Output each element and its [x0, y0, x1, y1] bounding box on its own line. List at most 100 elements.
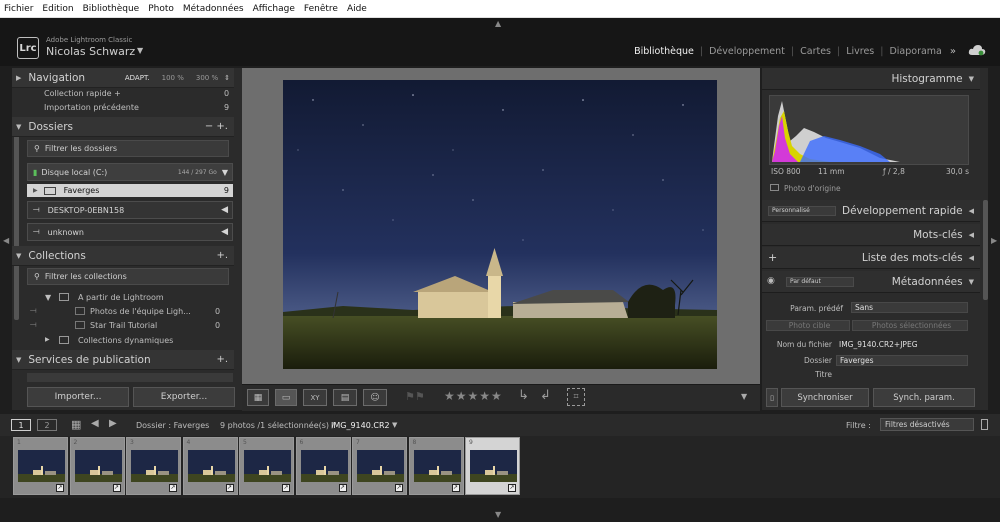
filmstrip-filename[interactable]: IMG_9140.CR2 — [331, 421, 390, 430]
menu-fichier[interactable]: Fichier — [4, 4, 33, 14]
grid-view-icon[interactable]: ▦ — [247, 389, 269, 406]
quick-develop-header[interactable]: Personnalisé Développement rapide ◀ — [762, 200, 980, 222]
crop-overlay-icon[interactable]: ⌗ — [567, 388, 585, 406]
filename-field[interactable]: IMG_9140.CR2+JPEG — [836, 339, 956, 350]
filmstrip-thumbnail[interactable]: 6 ↗ — [295, 437, 351, 495]
collection-star-trail[interactable]: Star Trail Tutorial — [90, 321, 157, 330]
menu-fenetre[interactable]: Fenêtre — [304, 4, 338, 14]
folder-faverges[interactable]: ▶ Faverges 9 — [27, 184, 233, 197]
metadata-header[interactable]: ◉ Par défaut Métadonnées ▼ — [762, 271, 980, 293]
folders-header[interactable]: ▼ Dossiers − +. — [12, 117, 234, 137]
triangle-right-icon[interactable]: ▶ — [45, 336, 50, 343]
collection-team-photos[interactable]: Photos de l'équipe Ligh... — [90, 307, 191, 316]
remote-volume-1[interactable]: ⟞ DESKTOP-0EBN158 ◀ — [27, 201, 233, 219]
sync-toggle-icon[interactable]: ▯ — [766, 388, 778, 407]
metadata-preset[interactable]: Par défaut — [786, 277, 854, 287]
people-view-icon[interactable]: ☺ — [363, 389, 387, 406]
import-button[interactable]: Importer... — [27, 387, 129, 407]
module-cartes[interactable]: Cartes — [800, 46, 831, 57]
right-panel-scrollbar[interactable] — [983, 200, 988, 300]
loupe-view-icon[interactable]: ▭ — [275, 389, 297, 406]
menu-metadonnees[interactable]: Métadonnées — [183, 4, 244, 14]
filmstrip-thumbnail[interactable]: 2 ↗ — [69, 437, 125, 495]
toolbar-menu-chevron-icon[interactable]: ▼ — [741, 392, 747, 401]
right-panel-toggle-icon[interactable]: ▶ — [991, 236, 997, 245]
rotate-right-icon[interactable]: ↲ — [540, 388, 551, 403]
folders-add-remove[interactable]: − +. — [205, 121, 228, 132]
menu-photo[interactable]: Photo — [148, 4, 174, 14]
original-photo-checkbox[interactable] — [770, 184, 779, 191]
menu-bibliotheque[interactable]: Bibliothèque — [83, 4, 140, 14]
tab-selected-photos[interactable]: Photos sélectionnées — [852, 320, 968, 331]
cloud-sync-icon[interactable] — [968, 44, 986, 56]
eye-icon[interactable]: ◉ — [767, 276, 775, 286]
menu-affichage[interactable]: Affichage — [253, 4, 295, 14]
menu-edition[interactable]: Edition — [42, 4, 73, 14]
chevron-down-icon[interactable]: ▼ — [392, 421, 397, 429]
main-photo[interactable] — [283, 80, 717, 369]
user-name[interactable]: Nicolas Schwarz — [46, 45, 135, 58]
histogram[interactable] — [769, 95, 969, 165]
zoom-100[interactable]: 100 % — [162, 74, 184, 82]
filmstrip-thumbnail[interactable]: 7 ↗ — [352, 437, 407, 495]
disk-local-c[interactable]: ▮ Disque local (C:) 144 / 297 Go ▼ — [27, 163, 233, 181]
rotate-left-icon[interactable]: ↳ — [518, 388, 529, 403]
catalog-previous-import[interactable]: Importation précédente — [44, 103, 139, 112]
filmstrip-source[interactable]: Dossier : Faverges — [136, 421, 209, 430]
main-window-button[interactable]: 1 — [11, 419, 31, 431]
left-panel-scrollbar[interactable] — [14, 120, 19, 320]
sync-params-button[interactable]: Synch. param. — [873, 388, 975, 407]
filmstrip-thumbnail[interactable]: 1 ↗ — [13, 437, 68, 495]
menu-aide[interactable]: Aide — [347, 4, 367, 14]
collection-smart[interactable]: Collections dynamiques — [78, 336, 173, 345]
back-arrow-icon[interactable]: ◀ — [91, 418, 99, 429]
add-keyword-icon[interactable]: + — [768, 251, 777, 264]
bottom-panel-toggle-icon[interactable]: ▼ — [495, 510, 501, 519]
publish-add[interactable]: +. — [216, 354, 228, 365]
compare-view-icon[interactable]: XY — [303, 389, 327, 406]
collection-set-lightroom[interactable]: A partir de Lightroom — [78, 293, 164, 302]
tab-target-photo[interactable]: Photo cible — [766, 320, 850, 331]
module-developpement[interactable]: Développement — [709, 46, 785, 57]
triangle-down-icon[interactable]: ▼ — [45, 293, 51, 302]
star-rating-icon[interactable]: ★★★★★ — [444, 389, 503, 403]
filmstrip-thumbnail[interactable]: 9 ↗ — [465, 437, 520, 495]
top-panel-toggle-icon[interactable]: ▲ — [495, 19, 501, 28]
filter-select[interactable]: Filtres désactivés — [880, 418, 974, 431]
collections-header[interactable]: ▼ Collections +. — [12, 246, 234, 266]
flag-icon[interactable]: ⚑⚑ — [405, 390, 425, 403]
keywording-header[interactable]: Mots-clés ◀ — [762, 224, 980, 246]
module-diaporama[interactable]: Diaporama — [889, 46, 941, 57]
publish-services-header[interactable]: ▼ Services de publication +. — [12, 350, 234, 370]
chevron-down-icon[interactable]: ▼ — [137, 46, 143, 55]
export-button[interactable]: Exporter... — [133, 387, 235, 407]
survey-view-icon[interactable]: ▤ — [333, 389, 357, 406]
filmstrip-thumbnail[interactable]: 3 ↗ — [126, 437, 181, 495]
filmstrip-thumbnail[interactable]: 5 ↗ — [239, 437, 294, 495]
secondary-window-button[interactable]: 2 — [37, 419, 57, 431]
folder-field[interactable]: Faverges — [836, 355, 968, 366]
zoom-fit[interactable]: ADAPT. — [125, 74, 150, 82]
collection-filter-input[interactable]: ⚲ Filtrer les collections — [27, 268, 229, 285]
remote-volume-2[interactable]: ⟞ unknown ◀ — [27, 223, 233, 241]
synchronize-button[interactable]: Synchroniser — [781, 388, 869, 407]
filmstrip-thumbnail[interactable]: 4 ↗ — [182, 437, 238, 495]
lock-icon[interactable] — [981, 419, 988, 430]
catalog-quick-collection[interactable]: Collection rapide + — [44, 89, 121, 98]
preset-select[interactable]: Sans — [851, 302, 968, 313]
folder-filter-input[interactable]: ⚲ Filtrer les dossiers — [27, 140, 229, 157]
more-modules-icon[interactable]: » — [950, 46, 956, 57]
forward-arrow-icon[interactable]: ▶ — [109, 418, 117, 429]
navigation-header[interactable]: ▶ Navigation ADAPT. 100 % 300 % ⇕ — [12, 68, 234, 88]
publish-service-row[interactable] — [27, 373, 233, 382]
zoom-stepper-icon[interactable]: ⇕ — [224, 74, 230, 82]
histogram-header[interactable]: Histogramme ▼ — [762, 68, 980, 90]
filmstrip-thumbnail[interactable]: 8 ↗ — [408, 437, 464, 495]
keyword-list-header[interactable]: + Liste des mots-clés ◀ — [762, 247, 980, 269]
module-livres[interactable]: Livres — [846, 46, 874, 57]
collections-add[interactable]: +. — [216, 250, 228, 261]
quick-develop-preset[interactable]: Personnalisé — [768, 206, 836, 216]
zoom-300[interactable]: 300 % — [196, 74, 218, 82]
module-bibliotheque[interactable]: Bibliothèque — [634, 46, 694, 57]
left-panel-toggle-icon[interactable]: ◀ — [3, 236, 9, 245]
